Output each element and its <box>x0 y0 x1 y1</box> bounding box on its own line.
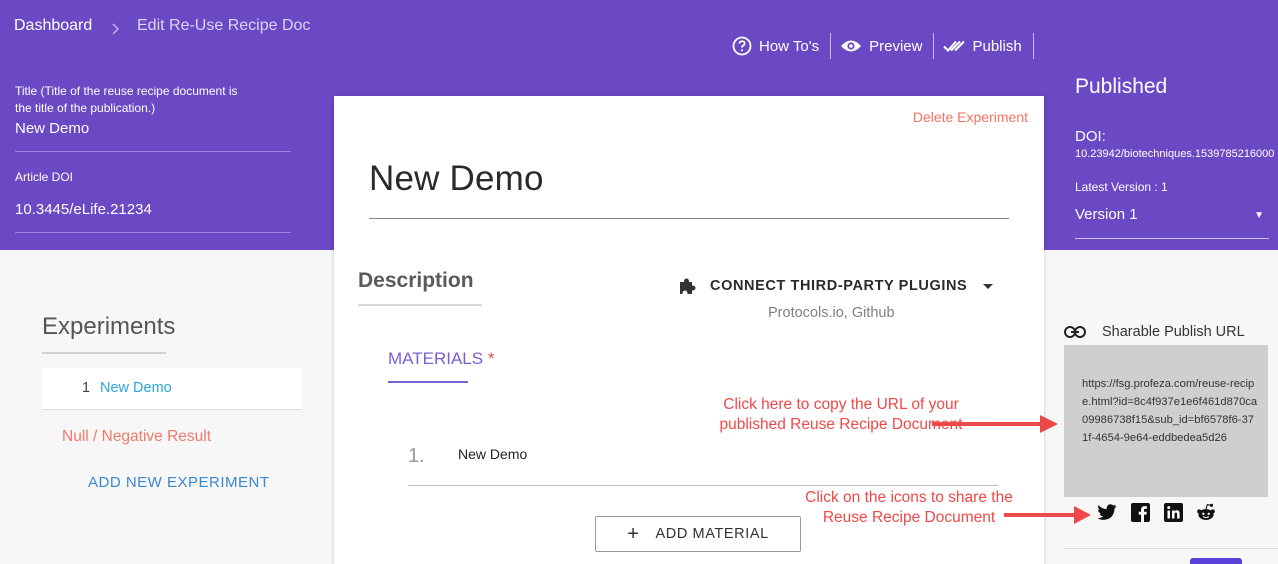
eye-icon <box>841 40 862 52</box>
toolbar: How To's Preview Publish <box>732 33 1043 59</box>
link-icon <box>1064 326 1086 338</box>
tab-materials[interactable]: MATERIALS * <box>388 349 494 369</box>
experiment-number: 1 <box>82 380 91 396</box>
null-negative-result-link[interactable]: Null / Negative Result <box>62 428 211 446</box>
arrow-right-icon <box>932 415 1058 433</box>
doi-field-underline <box>15 232 291 233</box>
published-doi-label: DOI: <box>1075 128 1106 145</box>
experiment-list-item[interactable]: 1 New Demo <box>42 368 302 410</box>
caret-down-icon: ▼ <box>1254 210 1264 221</box>
arrow-right-icon <box>1004 506 1091 524</box>
description-heading[interactable]: Description <box>358 269 474 293</box>
latest-version-text: Latest Version : 1 <box>1075 180 1168 194</box>
document-title-underline <box>369 218 1009 219</box>
title-field-value[interactable]: New Demo <box>15 120 89 137</box>
experiment-name: New Demo <box>100 380 172 396</box>
publish-button[interactable]: Publish <box>943 33 1029 59</box>
share-url-box[interactable]: https://fsg.profeza.com/reuse-recipe.htm… <box>1064 345 1268 497</box>
add-new-experiment-button[interactable]: ADD NEW EXPERIMENT <box>88 474 270 491</box>
twitter-icon[interactable] <box>1097 502 1117 522</box>
puzzle-icon <box>680 278 696 294</box>
experiments-heading: Experiments <box>42 313 176 340</box>
version-select[interactable]: Version 1 ▼ <box>1075 206 1267 223</box>
document-title[interactable]: New Demo <box>369 159 544 199</box>
material-name[interactable]: New Demo <box>458 446 527 462</box>
title-field-label: Title (Title of the reuse recipe documen… <box>15 84 238 115</box>
breadcrumb-current: Edit Re-Use Recipe Doc <box>137 17 311 34</box>
sidebar-bottom-divider <box>1064 548 1278 549</box>
facebook-icon[interactable] <box>1130 502 1150 522</box>
material-number: 1. <box>408 445 425 467</box>
published-doi-value: 10.23942/biotechniques.1539785216000 <box>1075 148 1275 160</box>
delete-experiment-link[interactable]: Delete Experiment <box>913 109 1028 125</box>
howto-button[interactable]: How To's <box>732 33 827 59</box>
connect-plugins-dropdown[interactable]: CONNECT THIRD-PARTY PLUGINS <box>678 277 994 295</box>
publish-label: Publish <box>972 37 1022 55</box>
add-material-button[interactable]: + ADD MATERIAL <box>595 516 801 552</box>
caret-down-icon <box>983 283 994 289</box>
share-url-label: Sharable Publish URL <box>1102 324 1245 340</box>
linkedin-icon[interactable] <box>1163 502 1183 522</box>
title-field-underline <box>15 151 291 152</box>
plugins-subtitle: Protocols.io, Github <box>768 305 895 321</box>
chevron-right-icon <box>112 23 120 35</box>
sidebar-bottom-button[interactable] <box>1190 558 1242 564</box>
version-select-value: Version 1 <box>1075 206 1138 223</box>
breadcrumb-dashboard[interactable]: Dashboard <box>14 17 92 35</box>
version-select-underline <box>1075 238 1269 239</box>
experiments-heading-underline <box>42 352 166 354</box>
materials-tab-label: MATERIALS <box>388 349 484 368</box>
add-material-label: ADD MATERIAL <box>655 526 769 542</box>
doi-field-label: Article DOI <box>15 170 74 184</box>
share-icons-annotation: Click on the icons to share the Reuse Re… <box>805 489 1013 526</box>
materials-tab-indicator <box>388 381 468 383</box>
connect-plugins-label: CONNECT THIRD-PARTY PLUGINS <box>710 278 968 294</box>
required-marker: * <box>487 349 495 368</box>
doi-field-value[interactable]: 10.3445/eLife.21234 <box>15 201 152 218</box>
toolbar-divider <box>1032 33 1034 59</box>
preview-button[interactable]: Preview <box>840 33 930 59</box>
toolbar-divider <box>933 33 935 59</box>
share-url-header: Sharable Publish URL <box>1064 324 1245 340</box>
share-icons <box>1097 502 1229 522</box>
help-circle-icon <box>732 36 752 56</box>
published-heading: Published <box>1075 75 1168 98</box>
plus-icon: + <box>627 523 640 545</box>
description-underline <box>358 304 482 306</box>
material-row-divider <box>408 485 998 486</box>
howto-label: How To's <box>759 37 820 55</box>
toolbar-divider <box>830 33 832 59</box>
preview-label: Preview <box>869 37 923 55</box>
reddit-icon[interactable] <box>1196 502 1216 522</box>
double-check-icon <box>943 40 966 52</box>
